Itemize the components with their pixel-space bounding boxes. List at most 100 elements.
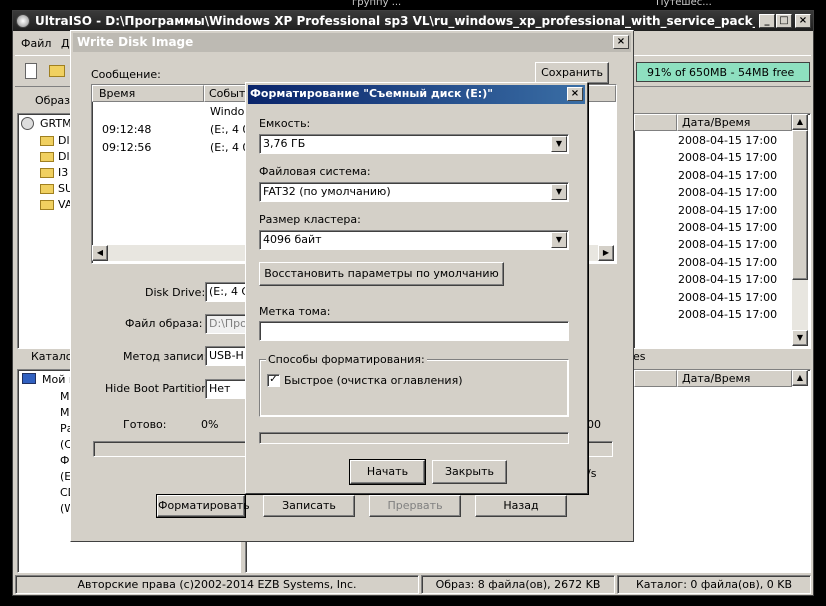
write-button[interactable]: Записать bbox=[263, 495, 355, 517]
write-titlebar: Write Disk Image × bbox=[73, 33, 631, 52]
start-button[interactable]: Начать bbox=[349, 459, 426, 485]
computer-icon bbox=[22, 373, 36, 384]
capacity-label: Емкость: bbox=[259, 117, 311, 130]
main-titlebar: UltraISO - D:\Программы\Windows XP Profe… bbox=[13, 11, 813, 31]
scroll-right-button[interactable]: ▶ bbox=[598, 245, 614, 261]
ready-label: Готово: bbox=[123, 418, 167, 431]
image-label: Образ: bbox=[35, 94, 74, 107]
capacity-text: 91% of 650MB - 54MB free bbox=[647, 66, 795, 79]
log-time: 09:12:56 bbox=[102, 141, 152, 154]
date-cell: 2008-04-15 17:00 bbox=[678, 291, 778, 304]
ultraiso-icon bbox=[16, 14, 30, 28]
date-cell: 2008-04-15 17:00 bbox=[678, 273, 778, 286]
quick-checkbox[interactable]: ✓ bbox=[267, 374, 280, 387]
date-cell: 2008-04-15 17:00 bbox=[678, 238, 778, 251]
scroll-down-button[interactable]: ▼ bbox=[792, 330, 808, 346]
scroll-left-button[interactable]: ◀ bbox=[92, 245, 108, 261]
capacity-value: 3,76 ГБ bbox=[263, 137, 306, 150]
format-close-dialog-button[interactable]: Закрыть bbox=[432, 460, 507, 484]
folder-icon bbox=[40, 184, 54, 194]
disk-drive-label: Disk Drive: bbox=[145, 286, 206, 299]
tree-item[interactable]: I3 bbox=[58, 166, 68, 179]
close-button[interactable]: × bbox=[795, 14, 811, 28]
open-icon[interactable] bbox=[49, 65, 65, 77]
fs-label: Файловая система: bbox=[259, 165, 371, 178]
folder-icon bbox=[40, 152, 54, 162]
date-cell: 2008-04-15 17:00 bbox=[678, 151, 778, 164]
col-header-empty[interactable] bbox=[634, 114, 677, 131]
col-header-date[interactable]: Дата/Время bbox=[677, 370, 792, 387]
abort-button[interactable]: Прервать bbox=[369, 495, 461, 517]
status-catalog-text: Каталог: 0 файла(ов), 0 KB bbox=[635, 578, 793, 591]
tree-root[interactable]: GRTM bbox=[40, 117, 72, 130]
capacity-select[interactable]: 3,76 ГБ ▼ bbox=[259, 134, 569, 154]
back-button[interactable]: Назад bbox=[475, 495, 567, 517]
col-header-empty[interactable] bbox=[634, 370, 677, 387]
maximize-button[interactable]: □ bbox=[776, 14, 792, 28]
chevron-down-icon[interactable]: ▼ bbox=[551, 232, 567, 248]
menu-file[interactable]: Файл bbox=[21, 37, 51, 50]
folder-icon bbox=[40, 136, 54, 146]
tree-item[interactable]: Dl bbox=[58, 134, 70, 147]
volume-input[interactable] bbox=[259, 321, 569, 341]
cluster-value: 4096 байт bbox=[263, 233, 322, 246]
date-cell: 2008-04-15 17:00 bbox=[678, 221, 778, 234]
col-header-date[interactable]: Дата/Время bbox=[677, 114, 792, 131]
log-event: (E:, 4 0 bbox=[210, 123, 250, 136]
speed-pct: 00 bbox=[587, 418, 601, 431]
status-image: Образ: 8 файла(ов), 2672 KB bbox=[421, 575, 615, 594]
scroll-up-button[interactable]: ▲ bbox=[792, 114, 808, 130]
log-event: (E:, 4 0 bbox=[210, 141, 250, 154]
quick-label[interactable]: Быстрое (очистка оглавления) bbox=[284, 374, 462, 387]
local-tree-item[interactable]: М bbox=[60, 406, 70, 419]
date-cell: 2008-04-15 17:00 bbox=[678, 204, 778, 217]
status-copyright: Авторские права (c)2002-2014 EZB Systems… bbox=[15, 575, 419, 594]
message-label: Сообщение: bbox=[91, 68, 161, 81]
save-button[interactable]: Сохранить bbox=[535, 62, 609, 84]
desktop-label-left: группу ... bbox=[352, 0, 402, 8]
status-image-text: Образ: 8 файла(ов), 2672 KB bbox=[435, 578, 601, 591]
format-title: Форматирование "Съемный диск (E:)" bbox=[250, 87, 493, 100]
chevron-down-icon[interactable]: ▼ bbox=[551, 184, 567, 200]
fs-select[interactable]: FAT32 (по умолчанию) ▼ bbox=[259, 182, 569, 202]
write-title: Write Disk Image bbox=[77, 35, 194, 49]
chevron-down-icon[interactable]: ▼ bbox=[551, 136, 567, 152]
date-cell: 2008-04-15 17:00 bbox=[678, 186, 778, 199]
status-copyright-text: Авторские права (c)2002-2014 EZB Systems… bbox=[77, 578, 357, 591]
tree-item[interactable]: Dl bbox=[58, 150, 70, 163]
cluster-select[interactable]: 4096 байт ▼ bbox=[259, 230, 569, 250]
date-cell: 2008-04-15 17:00 bbox=[678, 256, 778, 269]
cd-icon bbox=[21, 117, 34, 130]
main-title: UltraISO - D:\Программы\Windows XP Profe… bbox=[35, 14, 755, 28]
list-scrollbar[interactable]: ▲ ▼ bbox=[792, 114, 808, 346]
image-tree: GRTM Dl Dl I3 SU VA bbox=[17, 113, 75, 349]
scroll-up-button[interactable]: ▲ bbox=[792, 370, 808, 386]
log-time: 09:12:48 bbox=[102, 123, 152, 136]
speed-suffix: /s bbox=[587, 467, 597, 480]
format-progress bbox=[259, 432, 569, 444]
scroll-thumb[interactable] bbox=[792, 130, 808, 280]
format-button[interactable]: Форматировать bbox=[156, 494, 250, 518]
date-cell: 2008-04-15 17:00 bbox=[678, 169, 778, 182]
write-close-button[interactable]: × bbox=[613, 35, 629, 49]
image-file-label: Файл образа: bbox=[125, 317, 203, 330]
minimize-button[interactable]: _ bbox=[759, 14, 775, 28]
date-cell: 2008-04-15 17:00 bbox=[678, 308, 778, 321]
local-tree-item[interactable]: Ф bbox=[60, 454, 69, 467]
hide-boot-label: Hide Boot Partition: bbox=[105, 382, 212, 395]
restore-defaults-button[interactable]: Восстановить параметры по умолчанию bbox=[259, 262, 504, 286]
format-dialog: Форматирование "Съемный диск (E:)" × Емк… bbox=[245, 82, 588, 494]
format-close-button[interactable]: × bbox=[567, 87, 583, 101]
ready-value: 0% bbox=[201, 418, 219, 431]
fs-value: FAT32 (по умолчанию) bbox=[263, 185, 391, 198]
desktop-label-right: Путешес... bbox=[656, 0, 712, 8]
format-titlebar: Форматирование "Съемный диск (E:)" × bbox=[248, 85, 585, 104]
volume-label: Метка тома: bbox=[259, 305, 331, 318]
new-icon[interactable] bbox=[25, 63, 37, 79]
col-header-time[interactable]: Время bbox=[92, 85, 204, 102]
es-label: es bbox=[633, 350, 646, 363]
method-label: Метод записи: bbox=[123, 350, 208, 363]
local-tree-item[interactable]: М bbox=[60, 390, 70, 403]
capacity-bar: 91% of 650MB - 54MB free bbox=[636, 62, 810, 82]
folder-icon bbox=[40, 168, 54, 178]
